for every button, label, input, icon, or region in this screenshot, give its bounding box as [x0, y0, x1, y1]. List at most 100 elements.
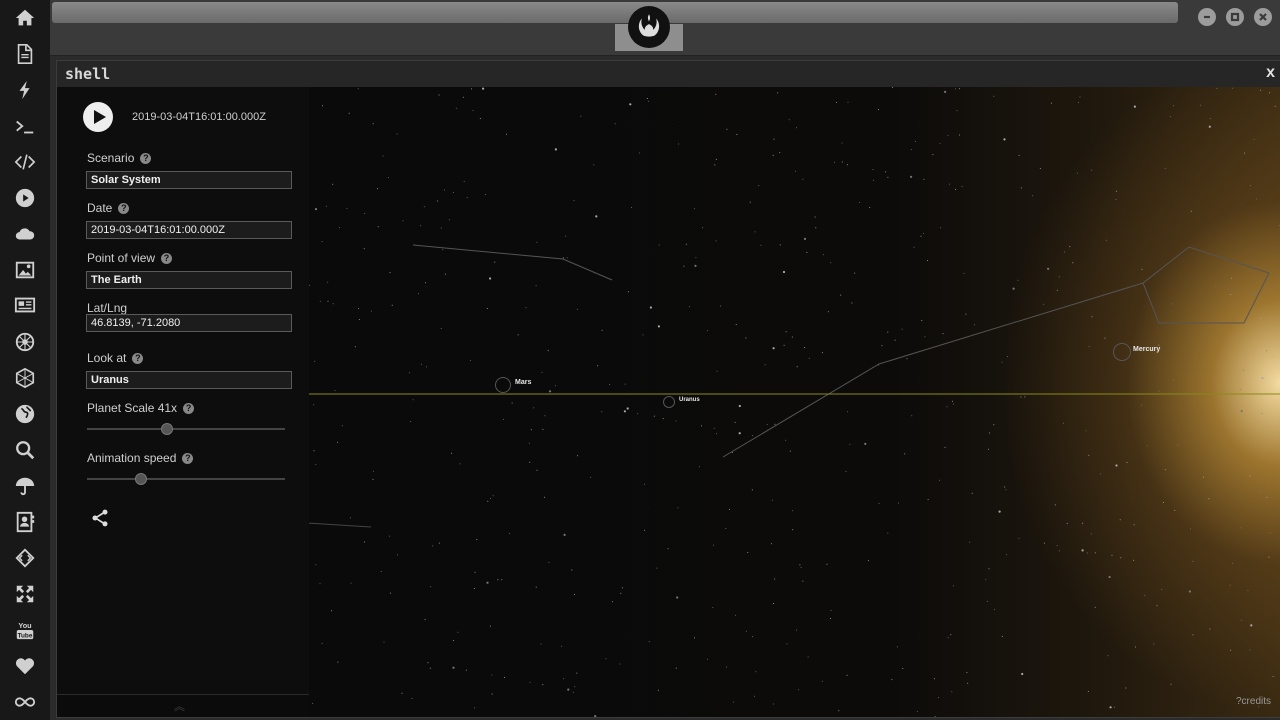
uranus-marker[interactable]	[663, 396, 675, 408]
document-icon[interactable]	[13, 42, 37, 66]
fullscreen-icon[interactable]	[13, 582, 37, 606]
star	[716, 370, 718, 372]
star	[327, 300, 329, 302]
star	[728, 508, 730, 510]
star	[989, 432, 990, 434]
star	[443, 189, 445, 191]
star	[772, 154, 774, 156]
heart-icon[interactable]	[13, 654, 37, 678]
star	[457, 631, 459, 633]
rebel-logo-icon[interactable]	[628, 6, 670, 48]
help-icon[interactable]: ?	[118, 203, 130, 215]
maximize-button[interactable]	[1226, 8, 1244, 26]
star	[1100, 473, 1102, 475]
address-bar[interactable]	[52, 2, 1178, 23]
star	[1232, 562, 1234, 564]
star	[933, 678, 935, 680]
infinity-icon[interactable]	[13, 690, 37, 714]
close-icon[interactable]: x	[1266, 64, 1275, 82]
help-icon[interactable]: ?	[161, 253, 173, 265]
star	[901, 328, 903, 330]
star	[312, 702, 314, 704]
close-window-button[interactable]	[1254, 8, 1272, 26]
star	[440, 227, 442, 229]
play-button[interactable]	[83, 102, 113, 132]
star	[491, 674, 493, 676]
pov-select[interactable]: The Earth	[86, 271, 292, 289]
star	[764, 364, 766, 366]
star	[548, 390, 552, 393]
panel-collapse-bar[interactable]: ︽	[57, 694, 309, 717]
share-icon[interactable]	[90, 508, 110, 528]
help-icon[interactable]: ?	[140, 153, 152, 165]
help-icon[interactable]: ?	[183, 403, 195, 415]
star	[657, 325, 660, 328]
help-icon[interactable]: ?	[132, 353, 144, 365]
planet-scale-slider[interactable]	[87, 423, 285, 435]
star	[601, 411, 603, 413]
diamond-code-icon[interactable]	[13, 546, 37, 570]
newspaper-icon[interactable]	[13, 293, 37, 317]
star	[1144, 594, 1146, 596]
lookat-label-text: Look at	[87, 351, 127, 365]
star	[1094, 606, 1096, 608]
planet-label-mars[interactable]: Mars	[515, 379, 531, 386]
planet-label-uranus[interactable]: Uranus	[679, 397, 700, 403]
cloud-icon[interactable]	[13, 222, 37, 246]
terminal-icon[interactable]	[13, 115, 37, 139]
star	[1164, 167, 1166, 169]
star	[646, 98, 648, 99]
credits-text[interactable]: credits	[1242, 696, 1271, 707]
scenario-select[interactable]: Solar System	[86, 171, 292, 189]
planet-label-mercury[interactable]: Mercury	[1133, 346, 1160, 353]
contacts-icon[interactable]	[13, 510, 37, 534]
star	[1081, 549, 1084, 552]
globe-icon[interactable]	[13, 402, 37, 426]
animation-speed-handle[interactable]	[135, 473, 148, 485]
star	[1133, 524, 1135, 526]
minimize-button[interactable]	[1198, 8, 1216, 26]
star	[707, 658, 709, 660]
star	[864, 442, 867, 445]
star	[1090, 533, 1092, 535]
date-input[interactable]: 2019-03-04T16:01:00.000Z	[86, 221, 292, 239]
star	[313, 450, 315, 452]
animation-speed-slider[interactable]	[87, 473, 285, 485]
umbrella-icon[interactable]	[13, 474, 37, 498]
star	[420, 363, 422, 365]
star	[1115, 464, 1118, 467]
mars-marker[interactable]	[495, 377, 511, 393]
lookat-select[interactable]: Uranus	[86, 371, 292, 389]
lightning-icon[interactable]	[13, 78, 37, 102]
star	[425, 366, 427, 368]
star	[1141, 268, 1143, 270]
star	[712, 544, 714, 546]
play-icon[interactable]	[13, 186, 37, 210]
star	[332, 183, 334, 185]
star	[321, 643, 323, 644]
home-icon[interactable]	[13, 6, 37, 30]
star	[349, 517, 351, 519]
space-view[interactable]: Mars Uranus Mercury ?credits	[309, 87, 1280, 717]
image-icon[interactable]	[13, 258, 37, 282]
credits-link[interactable]: ?credits	[1236, 696, 1271, 707]
star	[961, 186, 963, 187]
chevron-up-icon[interactable]: ︽	[174, 698, 185, 714]
search-icon[interactable]	[13, 438, 37, 462]
star	[1133, 105, 1136, 108]
star	[754, 231, 756, 233]
sidebar: You Tube	[0, 0, 50, 720]
code-icon[interactable]	[13, 150, 37, 174]
animation-speed-label-text: Animation speed	[87, 451, 177, 465]
help-icon[interactable]: ?	[182, 453, 194, 465]
rebel-icon[interactable]	[13, 330, 37, 354]
star	[662, 418, 664, 420]
youtube-icon[interactable]: You Tube	[13, 618, 37, 642]
star	[951, 691, 953, 693]
star	[873, 179, 875, 181]
hexagon-icon[interactable]	[13, 366, 37, 390]
mercury-marker[interactable]	[1113, 343, 1131, 361]
planet-scale-handle[interactable]	[161, 423, 174, 435]
latlng-input[interactable]: 46.8139, -71.2080	[86, 314, 292, 332]
star	[470, 359, 471, 361]
